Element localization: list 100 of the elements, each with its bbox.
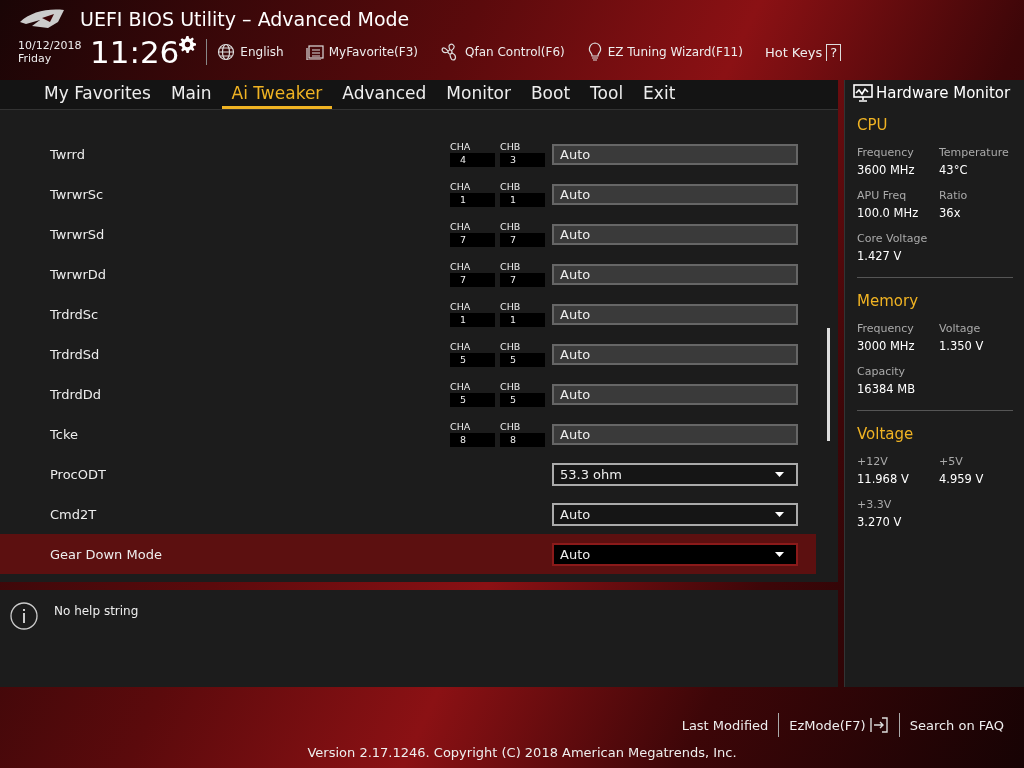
info-icon xyxy=(10,602,38,630)
lightbulb-icon xyxy=(586,42,603,62)
metric-value: 100.0 MHz xyxy=(857,206,920,220)
setting-label: TrdrdDd xyxy=(50,386,103,402)
footer-link[interactable]: EzMode(F7) xyxy=(779,717,899,733)
channel-value: 1 xyxy=(500,193,545,207)
channel-value: 3 xyxy=(500,153,545,167)
channel-label: CHA xyxy=(450,421,472,433)
metric-value: 36x xyxy=(939,206,962,220)
version-text: Version 2.17.1246. Copyright (C) 2018 American Megatrends, Inc. xyxy=(307,745,737,760)
footer-link[interactable]: Last Modified xyxy=(671,717,779,733)
value-field[interactable]: Auto xyxy=(552,143,798,165)
channel-value: 5 xyxy=(450,393,495,407)
channel-label: CHA xyxy=(450,341,472,353)
selected-row[interactable]: Gear Down Mode Auto xyxy=(0,534,816,574)
menu-tab[interactable]: Tool xyxy=(580,83,634,109)
value-field[interactable]: Auto xyxy=(552,423,798,445)
date-text: 10/12/2018 xyxy=(18,39,83,52)
hot-keys-button[interactable]: Hot Keys ? xyxy=(764,43,842,61)
metric-label: Ratio xyxy=(939,189,969,202)
value-field[interactable]: Auto xyxy=(552,263,798,285)
list-icon xyxy=(305,44,324,60)
setting-label: Cmd2T xyxy=(50,506,98,522)
channel-value: 1 xyxy=(500,313,545,327)
channel-label: CHB xyxy=(500,421,522,433)
channel-label: CHB xyxy=(500,261,522,273)
channel-value: 5 xyxy=(500,393,545,407)
footer-link[interactable]: Search on FAQ xyxy=(899,717,1014,733)
channel-label: CHA xyxy=(450,261,472,273)
value-field[interactable]: Auto xyxy=(552,343,798,365)
caret-icon xyxy=(775,471,784,477)
section-title: CPU xyxy=(857,116,889,134)
dropdown[interactable]: Auto xyxy=(552,542,798,566)
section-title: Voltage xyxy=(857,425,915,443)
toolbar-button[interactable]: English xyxy=(217,43,284,61)
dropdown[interactable]: 53.3 ohm xyxy=(552,462,798,486)
channel-value: 7 xyxy=(500,233,545,247)
window-title: UEFI BIOS Utility – Advanced Mode xyxy=(80,8,410,30)
day-text: Friday xyxy=(18,52,53,65)
setting-label: Gear Down Mode xyxy=(50,546,163,562)
metric-label: APU Freq xyxy=(857,189,908,202)
channel-value: 1 xyxy=(450,193,495,207)
setting-label: TrdrdSc xyxy=(50,306,100,322)
caret-icon xyxy=(775,511,784,517)
metric-value: 4.959 V xyxy=(939,472,985,486)
channel-label: CHA xyxy=(450,381,472,393)
toolbar-button[interactable]: Qfan Control(F6) xyxy=(440,43,565,61)
channel-value: 7 xyxy=(450,273,495,287)
setting-label: Tcke xyxy=(50,426,79,442)
channel-value: 7 xyxy=(500,273,545,287)
menu-tab[interactable]: Advanced xyxy=(332,83,437,109)
channel-label: CHA xyxy=(450,221,472,233)
setting-label: ProcODT xyxy=(50,466,107,482)
channel-label: CHA xyxy=(450,181,472,193)
channel-label: CHB xyxy=(500,221,522,233)
channel-label: CHB xyxy=(500,181,522,193)
dropdown[interactable]: Auto xyxy=(552,502,798,526)
metric-value: 16384 MB xyxy=(857,382,917,396)
menu-tab[interactable]: Monitor xyxy=(436,83,521,109)
channel-value: 1 xyxy=(450,313,495,327)
channel-label: CHB xyxy=(500,341,522,353)
value-field[interactable]: Auto xyxy=(552,183,798,205)
exit-icon xyxy=(868,717,889,733)
metric-value: 11.968 V xyxy=(857,472,910,486)
settings-icon[interactable] xyxy=(179,36,197,53)
channel-label: CHB xyxy=(500,141,522,153)
value-field[interactable]: Auto xyxy=(552,383,798,405)
globe-icon xyxy=(217,43,236,61)
channel-value: 8 xyxy=(500,433,545,447)
metric-value: 43°C xyxy=(939,163,969,177)
value-field[interactable]: Auto xyxy=(552,223,798,245)
metric-label: Voltage xyxy=(939,322,982,335)
setting-label: TrdrdSd xyxy=(50,346,101,362)
metric-label: Capacity xyxy=(857,365,907,378)
metric-value: 3600 MHz xyxy=(857,163,916,177)
toolbar-button[interactable]: MyFavorite(F3) xyxy=(305,44,418,60)
logo-icon xyxy=(18,8,66,30)
channel-value: 4 xyxy=(450,153,495,167)
metric-label: Temperature xyxy=(939,146,1010,159)
channel-value: 7 xyxy=(450,233,495,247)
clock-time: 11:26 xyxy=(90,36,180,68)
toolbar-button[interactable]: EZ Tuning Wizard(F11) xyxy=(586,42,743,62)
menu-tab[interactable]: Boot xyxy=(520,83,581,109)
channel-label: CHB xyxy=(500,301,522,313)
metric-value: 1.427 V xyxy=(857,249,903,263)
help-text: No help string xyxy=(54,603,139,618)
metric-label: Frequency xyxy=(857,322,915,335)
channel-label: CHA xyxy=(450,141,472,153)
metric-value: 1.350 V xyxy=(939,339,985,353)
menu-tab[interactable]: Main xyxy=(160,83,222,109)
metric-value: 3000 MHz xyxy=(857,339,916,353)
value-field[interactable]: Auto xyxy=(552,303,798,325)
menu-tab[interactable]: My Favorites xyxy=(34,83,161,109)
scrollbar[interactable] xyxy=(827,328,830,441)
metric-label: +12V xyxy=(857,455,889,468)
metric-label: Frequency xyxy=(857,146,915,159)
setting-label: TwrwrSd xyxy=(50,226,106,242)
channel-value: 5 xyxy=(500,353,545,367)
channel-value: 8 xyxy=(450,433,495,447)
menu-tab[interactable]: Exit xyxy=(633,83,686,109)
